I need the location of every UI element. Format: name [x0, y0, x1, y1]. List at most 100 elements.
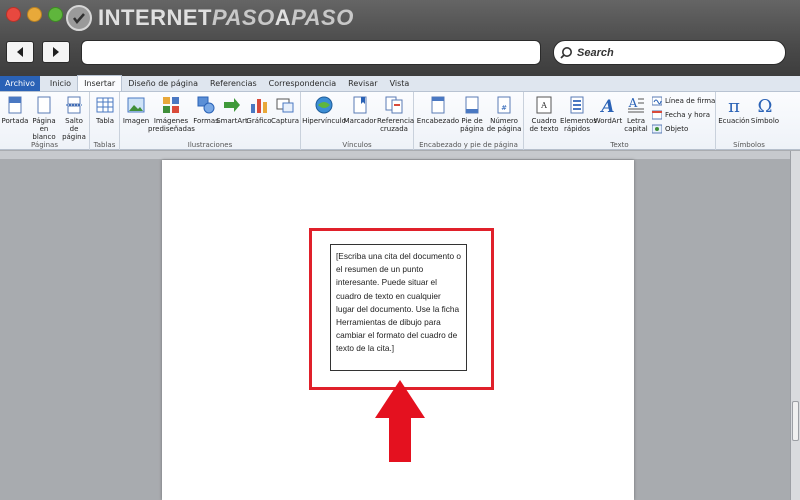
- maximize-window-button[interactable]: [48, 7, 63, 22]
- wordart-icon: A: [599, 95, 617, 115]
- simbolo-button[interactable]: Ω Símbolo: [750, 95, 780, 125]
- pi-icon: π: [725, 95, 743, 115]
- group-vinculos: Hipervínculo Marcador Referencia cruzada…: [301, 92, 414, 150]
- logo-text: INTERNETPASOAPASO: [98, 5, 354, 30]
- arrow-left-icon: [17, 47, 23, 57]
- objeto-button[interactable]: Objeto: [652, 124, 688, 134]
- salto-de-pagina-button[interactable]: Salto de página: [60, 95, 88, 141]
- picture-icon: [127, 95, 145, 115]
- ecuacion-button[interactable]: π Ecuación: [718, 95, 750, 125]
- smartart-button[interactable]: SmartArt: [216, 95, 248, 125]
- hyperlink-icon: [315, 95, 333, 115]
- logo-badge-icon: [66, 5, 92, 31]
- svg-text:A: A: [540, 101, 547, 110]
- drop-cap-icon: A: [627, 95, 645, 115]
- linea-de-firma-button[interactable]: Línea de firma: [652, 96, 715, 106]
- wordart-button[interactable]: A WordArt: [594, 95, 622, 125]
- marcador-button[interactable]: Marcador: [344, 95, 376, 125]
- back-button[interactable]: [6, 41, 34, 63]
- hipervinculo-button[interactable]: Hipervínculo: [302, 95, 346, 125]
- pagina-en-blanco-button[interactable]: Página en blanco: [28, 95, 60, 141]
- header-icon: [429, 95, 447, 115]
- svg-text:A: A: [628, 96, 638, 110]
- blank-page-icon: [35, 95, 53, 115]
- elementos-rapidos-button[interactable]: Elementos rápidos: [560, 95, 597, 133]
- page-number-icon: #: [495, 95, 513, 115]
- text-box-icon: A: [535, 95, 553, 115]
- minimize-window-button[interactable]: [27, 7, 42, 22]
- group-label-vinculos: Vínculos: [342, 141, 372, 149]
- referencia-cruzada-button[interactable]: Referencia cruzada: [377, 95, 414, 133]
- smartart-icon: [223, 95, 241, 115]
- ruler: [0, 151, 790, 159]
- search-icon: [560, 47, 572, 59]
- tab-correspondencia[interactable]: Correspondencia: [263, 76, 342, 91]
- group-label-paginas: Páginas: [31, 141, 58, 149]
- grafico-button[interactable]: Gráfico: [246, 95, 272, 125]
- group-encabezado-pie: Encabezado Pie de página # Número de pág…: [414, 92, 524, 150]
- svg-text:π: π: [728, 96, 740, 114]
- object-icon: [652, 124, 662, 134]
- page-break-icon: [65, 95, 83, 115]
- group-label-encabezado: Encabezado y pie de página: [419, 141, 518, 149]
- group-label-ilustraciones: Ilustraciones: [187, 141, 233, 149]
- svg-text:A: A: [599, 97, 614, 114]
- forward-button[interactable]: [42, 41, 70, 63]
- tab-revisar[interactable]: Revisar: [342, 76, 383, 91]
- group-paginas: Portada Página en blanco Salto de página…: [0, 92, 90, 150]
- tab-referencias[interactable]: Referencias: [204, 76, 263, 91]
- tab-archivo[interactable]: Archivo: [0, 76, 40, 91]
- svg-text:#: #: [501, 104, 507, 112]
- group-simbolos: π Ecuación Ω Símbolo Símbolos: [716, 92, 782, 150]
- vertical-scrollbar[interactable]: [790, 151, 800, 500]
- group-label-texto: Texto: [610, 141, 629, 149]
- arrow-right-icon: [53, 47, 59, 57]
- browser-chrome: INTERNETPASOAPASO Search: [0, 0, 800, 76]
- text-box-content[interactable]: [Escriba una cita del documento o el res…: [336, 251, 461, 353]
- tab-vista[interactable]: Vista: [384, 76, 416, 91]
- fecha-y-hora-button[interactable]: Fecha y hora: [652, 110, 710, 120]
- screenshot-icon: [276, 95, 294, 115]
- omega-icon: Ω: [756, 95, 774, 115]
- scrollbar-thumb[interactable]: [792, 401, 799, 441]
- group-ilustraciones: Imagen Imágenes prediseñadas Formas Smar…: [120, 92, 301, 150]
- cross-reference-icon: [385, 95, 403, 115]
- imagen-button[interactable]: Imagen: [123, 95, 149, 125]
- tabla-button[interactable]: Tabla: [92, 95, 118, 125]
- site-logo: INTERNETPASOAPASO: [66, 4, 354, 32]
- formas-button[interactable]: Formas: [193, 95, 219, 125]
- letra-capital-button[interactable]: A Letra capital: [622, 95, 650, 133]
- table-icon: [96, 95, 114, 115]
- clip-art-icon: [162, 95, 180, 115]
- portada-button[interactable]: Portada: [2, 95, 28, 125]
- shapes-icon: [197, 95, 215, 115]
- close-window-button[interactable]: [6, 7, 21, 22]
- tab-diseno-pagina[interactable]: Diseño de página: [122, 76, 204, 91]
- group-tablas: Tabla Tablas: [90, 92, 120, 150]
- numero-de-pagina-button[interactable]: # Número de página: [486, 95, 522, 133]
- cover-page-icon: [6, 95, 24, 115]
- group-texto: A Cuadro de texto Elementos rápidos A Wo…: [524, 92, 716, 150]
- signature-line-icon: [652, 96, 662, 106]
- cuadro-de-texto-button[interactable]: A Cuadro de texto: [528, 95, 560, 133]
- encabezado-button[interactable]: Encabezado: [417, 95, 459, 125]
- window-controls: [6, 7, 63, 22]
- group-label-tablas: Tablas: [93, 141, 116, 149]
- tab-insertar[interactable]: Insertar: [77, 75, 123, 91]
- quick-parts-icon: [568, 95, 586, 115]
- ribbon-tab-bar: Archivo Inicio Insertar Diseño de página…: [0, 75, 800, 92]
- chart-icon: [250, 95, 268, 115]
- footer-icon: [463, 95, 481, 115]
- quote-text-box[interactable]: [Escriba una cita del documento o el res…: [330, 244, 467, 371]
- imagenes-prediseñadas-button[interactable]: Imágenes prediseñadas: [148, 95, 195, 133]
- search-placeholder: Search: [577, 46, 614, 59]
- group-label-simbolos: Símbolos: [733, 141, 765, 149]
- search-bar[interactable]: Search: [553, 40, 786, 65]
- pie-de-pagina-button[interactable]: Pie de página: [458, 95, 486, 133]
- address-bar[interactable]: [81, 40, 541, 65]
- captura-button[interactable]: Captura: [271, 95, 299, 125]
- red-arrow-up-icon: [375, 380, 425, 462]
- svg-text:Ω: Ω: [758, 96, 773, 114]
- ribbon-insertar: Portada Página en blanco Salto de página…: [0, 92, 800, 150]
- tab-inicio[interactable]: Inicio: [44, 76, 77, 91]
